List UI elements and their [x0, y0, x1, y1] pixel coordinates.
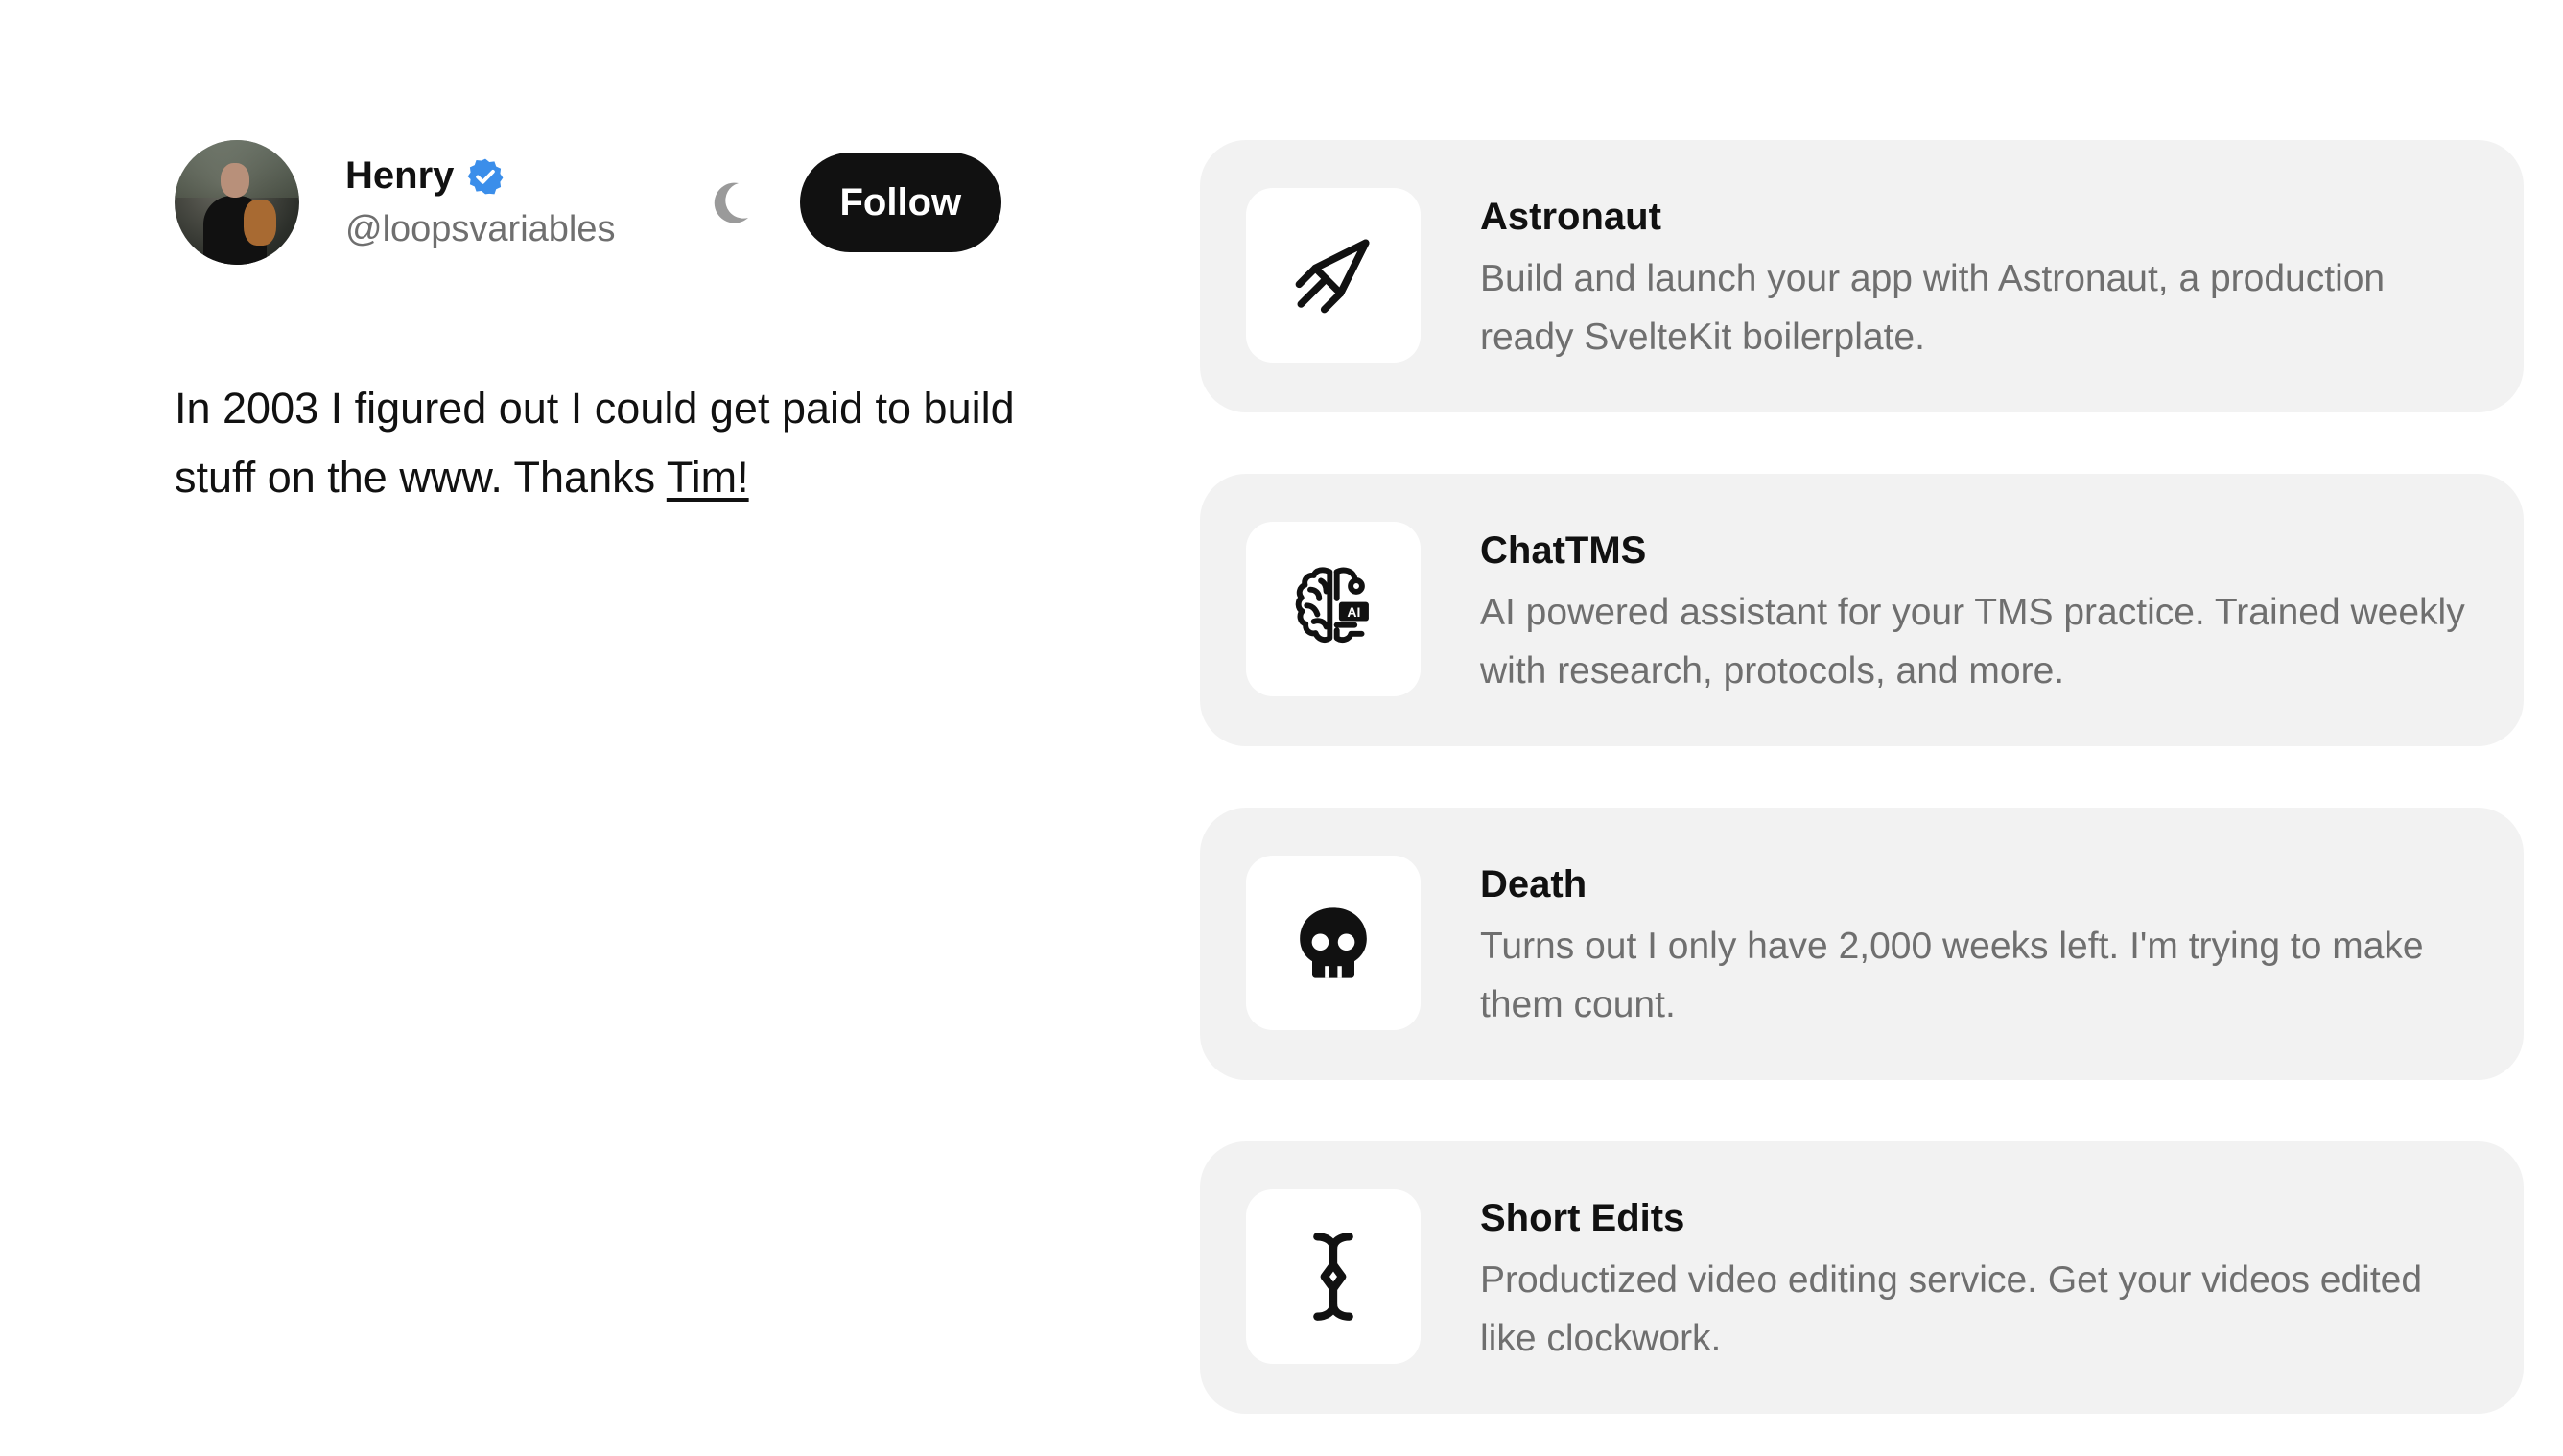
projects-list: Astronaut Build and launch your app with…	[1200, 140, 2524, 1456]
project-text: Astronaut Build and launch your app with…	[1480, 188, 2478, 366]
project-icon-container	[1246, 1189, 1421, 1364]
project-card-short-edits[interactable]: Short Edits Productized video editing se…	[1200, 1141, 2524, 1414]
project-title: Death	[1480, 863, 1587, 905]
project-description: AI powered assistant for your TMS practi…	[1480, 592, 2465, 692]
project-description: Turns out I only have 2,000 weeks left. …	[1480, 926, 2424, 1025]
project-card-death[interactable]: Death Turns out I only have 2,000 weeks …	[1200, 808, 2524, 1080]
project-title: Short Edits	[1480, 1197, 1685, 1239]
project-icon-container	[1246, 188, 1421, 363]
project-title: ChatTMS	[1480, 529, 1647, 572]
avatar-dog	[244, 200, 276, 246]
profile-bio: In 2003 I figured out I could get paid t…	[175, 374, 1019, 512]
project-description: Build and launch your app with Astronaut…	[1480, 258, 2386, 358]
project-text: ChatTMS AI powered assistant for your TM…	[1480, 522, 2478, 700]
avatar[interactable]	[175, 140, 299, 265]
profile-section: Henry @loopsvariables Follow In 2003 I f…	[175, 140, 1019, 512]
moon-icon	[714, 182, 748, 223]
profile-name: Henry	[345, 154, 455, 197]
name-row: Henry	[345, 154, 616, 198]
rocket-icon	[1295, 239, 1370, 314]
project-description: Productized video editing service. Get y…	[1480, 1259, 2423, 1359]
page: Henry @loopsvariables Follow In 2003 I f…	[0, 0, 2563, 1456]
ai-badge-label: AI	[1347, 604, 1360, 620]
follow-button[interactable]: Follow	[799, 153, 1002, 252]
theme-toggle-button[interactable]	[708, 179, 754, 225]
project-card-chattms[interactable]: AI AI ChatTMS AI powered assistant for y…	[1200, 474, 2524, 746]
bio-link[interactable]: Tim!	[667, 453, 749, 502]
text-cursor-icon	[1313, 1233, 1353, 1321]
verified-badge-icon	[468, 158, 504, 194]
profile-handle: @loopsvariables	[345, 209, 616, 249]
project-title: Astronaut	[1480, 196, 1661, 238]
ai-brain-icon: AI	[1295, 567, 1369, 644]
bio-text: In 2003 I figured out I could get paid t…	[175, 384, 1015, 502]
project-text: Short Edits Productized video editing se…	[1480, 1189, 2478, 1368]
profile-identity: Henry @loopsvariables	[345, 154, 616, 250]
project-icon-container: AI AI	[1246, 522, 1421, 696]
profile-header: Henry @loopsvariables Follow	[175, 140, 1019, 265]
project-icon-container	[1246, 856, 1421, 1030]
project-text: Death Turns out I only have 2,000 weeks …	[1480, 856, 2478, 1034]
project-card-astronaut[interactable]: Astronaut Build and launch your app with…	[1200, 140, 2524, 412]
skull-icon	[1300, 907, 1367, 978]
avatar-head	[221, 163, 249, 198]
